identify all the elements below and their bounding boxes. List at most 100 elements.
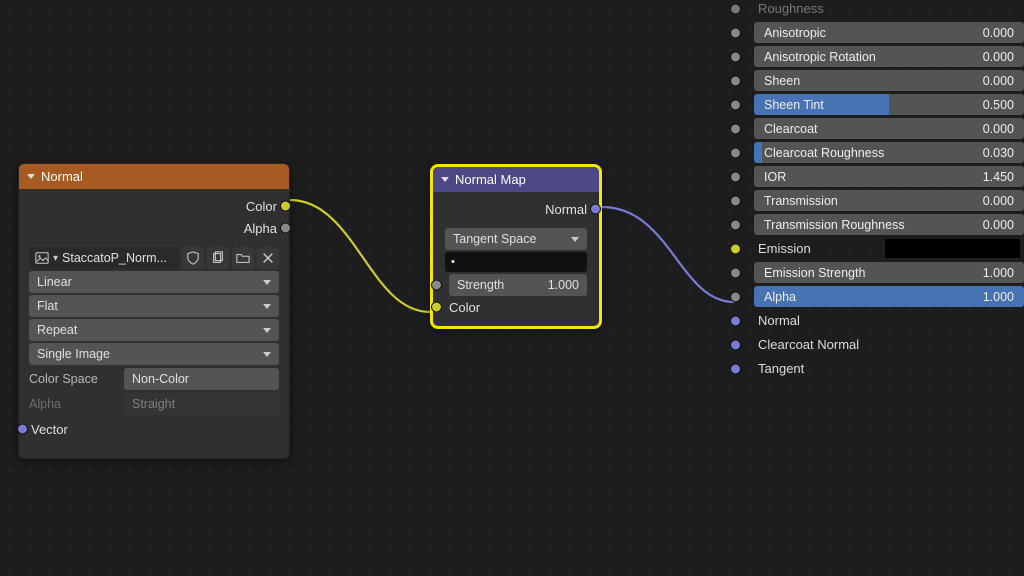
input-color-label: Color [449,300,480,315]
projection-dropdown[interactable]: Flat [29,295,279,317]
folder-icon [236,251,250,265]
roughness-label: Roughness [754,1,1024,16]
chevron-down-icon [27,174,35,179]
interpolation-value: Linear [37,275,72,289]
uvmap-value: • [451,256,455,268]
socket-alpha-out[interactable] [280,223,291,234]
socket-ccnormal-in[interactable] [730,339,741,350]
space-value: Tangent Space [453,232,536,246]
sheentint-value: 0.500 [983,98,1014,112]
colorspace-dropdown[interactable]: Non-Color [124,368,279,390]
close-icon [261,251,275,265]
socket-normal-out[interactable] [590,204,601,215]
input-strength-row: Strength 1.000 [437,274,595,296]
socket-alpha-in[interactable] [730,291,741,302]
node-header[interactable]: Normal [19,164,289,189]
alphamode-label: Alpha [29,397,124,411]
socket-anisotropic-in[interactable] [730,27,741,38]
uvmap-field[interactable]: • [445,252,587,272]
new-image-button[interactable] [207,247,229,269]
colorspace-value: Non-Color [132,372,189,386]
output-color-row: Color [23,195,285,217]
transrough-label: Transmission Roughness [764,218,905,232]
normal-map-node[interactable]: Normal Map Normal Tangent Space • Streng… [430,164,602,329]
transrough-value: 0.000 [983,218,1014,232]
socket-strength-in[interactable] [431,280,442,291]
chevron-down-icon [263,352,271,357]
transmission-field[interactable]: Transmission 0.000 [754,190,1024,211]
alpha-value: 1.000 [983,290,1014,304]
ccnormal-label: Clearcoat Normal [758,337,859,352]
socket-vector-in[interactable] [17,424,28,435]
anisotropic-field[interactable]: Anisotropic 0.000 [754,22,1024,43]
input-vector-label: Vector [31,422,68,437]
fake-user-button[interactable] [182,247,204,269]
sheen-field[interactable]: Sheen 0.000 [754,70,1024,91]
normal-label: Normal [758,313,800,328]
socket-transrough-in[interactable] [730,219,741,230]
input-vector-row: Vector [23,418,285,440]
socket-color-in[interactable] [431,302,442,313]
source-dropdown[interactable]: Single Image [29,343,279,365]
space-dropdown[interactable]: Tangent Space [445,228,587,250]
emstr-value: 1.000 [983,266,1014,280]
emission-color-swatch[interactable] [885,239,1020,258]
sheen-value: 0.000 [983,74,1014,88]
extension-dropdown[interactable]: Repeat [29,319,279,341]
sheen-label: Sheen [764,74,800,88]
colorspace-label: Color Space [29,372,124,386]
socket-ccrough-in[interactable] [730,147,741,158]
socket-transmission-in[interactable] [730,195,741,206]
output-alpha-label: Alpha [244,221,277,236]
emstr-label: Emission Strength [764,266,865,280]
ior-label: IOR [764,170,786,184]
transmission-roughness-field[interactable]: Transmission Roughness 0.000 [754,214,1024,235]
image-texture-node[interactable]: Normal Color Alpha ▾ StaccatoP_Norm... [18,163,290,459]
sheen-tint-field[interactable]: Sheen Tint 0.500 [754,94,1024,115]
socket-sheentint-in[interactable] [730,99,741,110]
socket-emission-in[interactable] [730,243,741,254]
socket-sheen-in[interactable] [730,75,741,86]
sheentint-label: Sheen Tint [764,98,824,112]
socket-tangent-in[interactable] [730,363,741,374]
interpolation-dropdown[interactable]: Linear [29,271,279,293]
chevron-down-icon [263,328,271,333]
socket-normal-in[interactable] [730,315,741,326]
principled-bsdf-node-partial[interactable]: Roughness Anisotropic 0.000 Anisotropic … [736,0,1024,381]
open-image-button[interactable] [232,247,254,269]
shield-icon [186,251,200,265]
ior-value: 1.450 [983,170,1014,184]
alphamode-dropdown: Straight [124,393,279,415]
extension-value: Repeat [37,323,77,337]
chevron-down-icon [263,304,271,309]
socket-roughness-in[interactable] [730,3,741,14]
chevron-down-icon [441,177,449,182]
strength-label: Strength [457,278,504,292]
node-header[interactable]: Normal Map [433,167,599,192]
unlink-image-button[interactable] [257,247,279,269]
clearcoat-field[interactable]: Clearcoat 0.000 [754,118,1024,139]
anisorot-value: 0.000 [983,50,1014,64]
socket-clearcoat-in[interactable] [730,123,741,134]
anisotropic-rotation-field[interactable]: Anisotropic Rotation 0.000 [754,46,1024,67]
socket-ior-in[interactable] [730,171,741,182]
clearcoat-roughness-field[interactable]: Clearcoat Roughness 0.030 [754,142,1024,163]
transmission-label: Transmission [764,194,838,208]
strength-field[interactable]: Strength 1.000 [449,274,587,296]
source-value: Single Image [37,347,110,361]
ior-field[interactable]: IOR 1.450 [754,166,1024,187]
input-color-row: Color [437,296,595,318]
socket-anisorot-in[interactable] [730,51,741,62]
socket-color-out[interactable] [280,201,291,212]
transmission-value: 0.000 [983,194,1014,208]
emission-strength-field[interactable]: Emission Strength 1.000 [754,262,1024,283]
image-datablock-field[interactable]: ▾ StaccatoP_Norm... [29,247,179,269]
node-title: Normal Map [455,172,526,187]
image-icon [35,251,49,265]
anisorot-label: Anisotropic Rotation [764,50,876,64]
socket-emstr-in[interactable] [730,267,741,278]
alpha-field[interactable]: Alpha 1.000 [754,286,1024,307]
anisotropic-label: Anisotropic [764,26,826,40]
duplicate-icon [211,251,225,265]
clearcoat-value: 0.000 [983,122,1014,136]
